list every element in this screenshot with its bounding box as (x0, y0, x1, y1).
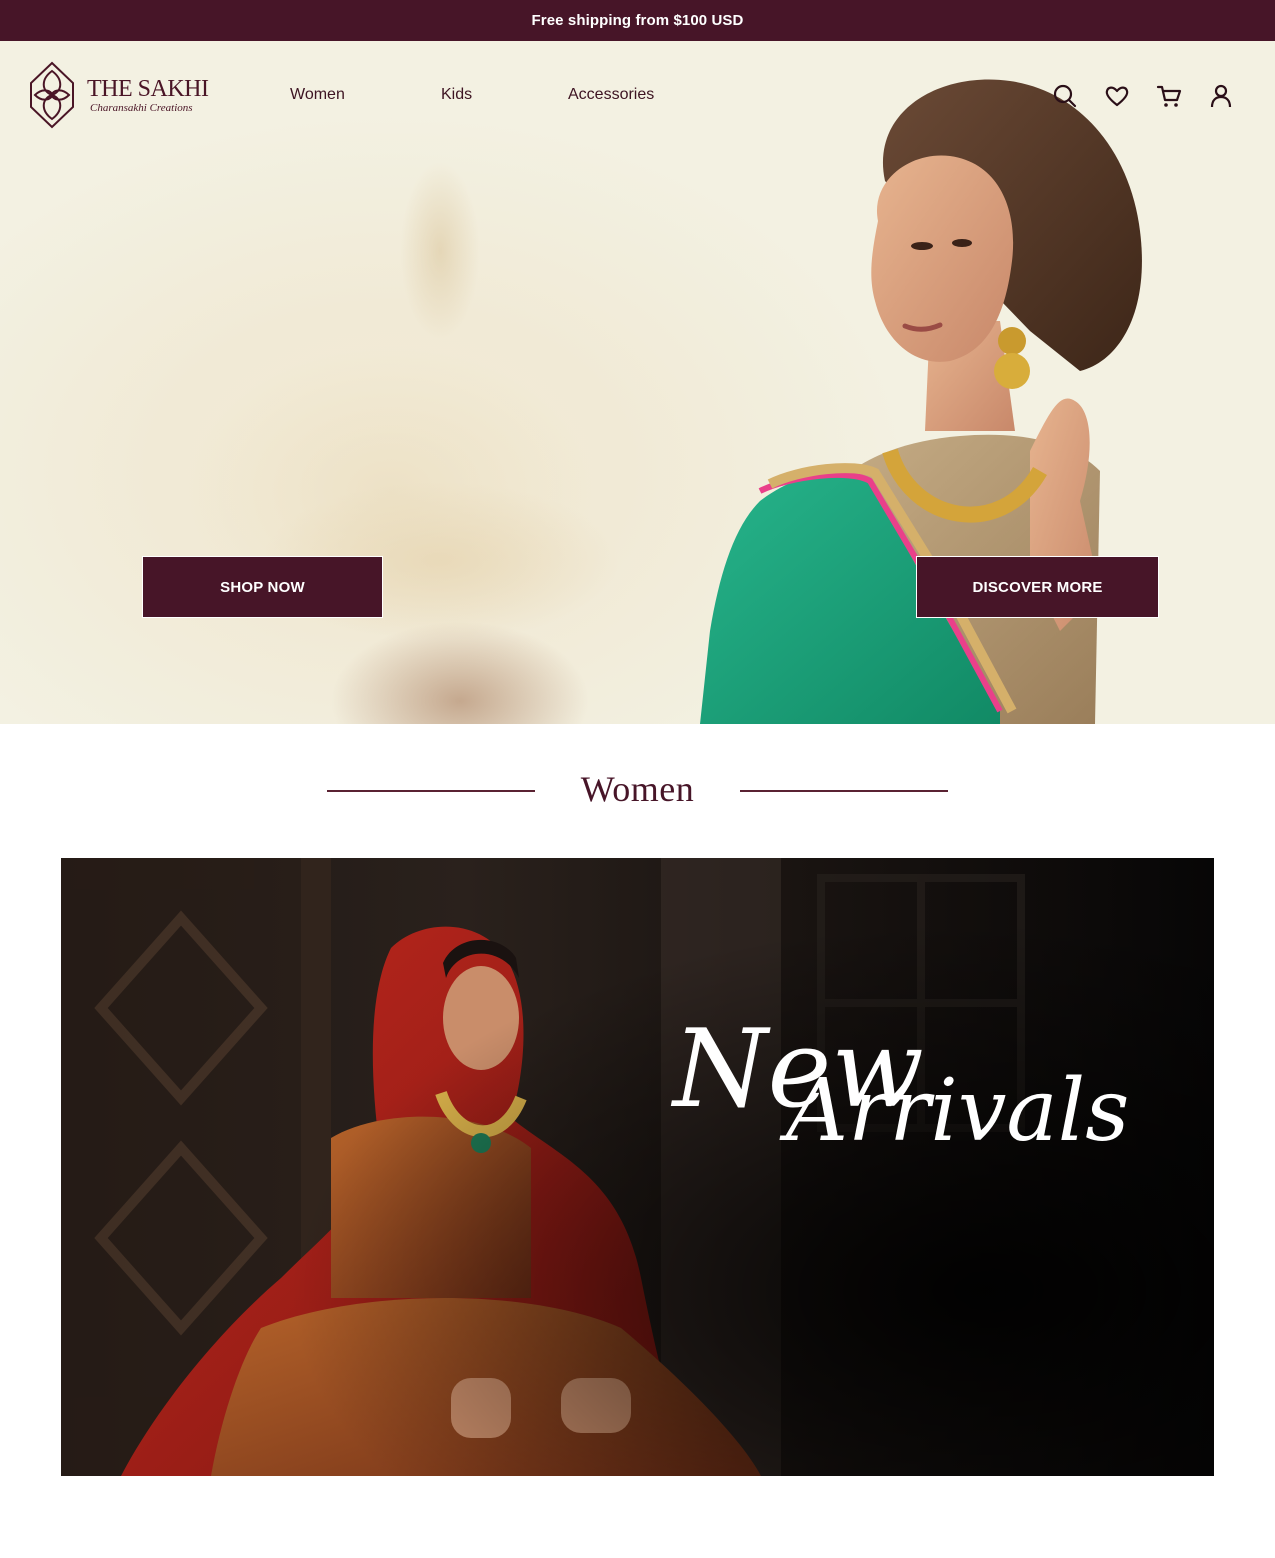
hero-model-image (700, 79, 1142, 724)
nav-item-women[interactable]: Women (290, 86, 345, 104)
announcement-text: Free shipping from $100 USD (531, 12, 744, 29)
brand-tagline: Charansakhi Creations (90, 102, 193, 114)
women-section-heading: Women (0, 760, 1275, 820)
account-icon[interactable] (1208, 83, 1234, 109)
hero-background-blur (400, 161, 480, 341)
new-arrivals-image: New Arrivals (61, 858, 1214, 1476)
announcement-bar: Free shipping from $100 USD (0, 0, 1275, 41)
discover-more-button[interactable]: DISCOVER MORE (916, 556, 1159, 618)
nav-item-accessories[interactable]: Accessories (568, 86, 654, 104)
brand-logo[interactable]: THE SAKHI Charansakhi Creations (27, 61, 209, 129)
shop-now-button[interactable]: SHOP NOW (142, 556, 383, 618)
lotus-logo-icon (30, 61, 74, 129)
section-title: Women (580, 769, 695, 809)
arrivals-script-text: Arrivals (779, 1061, 1129, 1161)
hero-banner: THE SAKHI Charansakhi Creations Women Ki… (0, 41, 1275, 724)
brand-name: THE SAKHI (87, 76, 209, 102)
heart-icon[interactable] (1104, 83, 1130, 109)
nav-item-kids[interactable]: Kids (441, 86, 472, 104)
new-arrivals-banner[interactable]: New Arrivals (61, 858, 1214, 1476)
search-icon[interactable] (1052, 83, 1078, 109)
cart-icon[interactable] (1156, 83, 1182, 109)
heading-divider-right (740, 790, 948, 792)
